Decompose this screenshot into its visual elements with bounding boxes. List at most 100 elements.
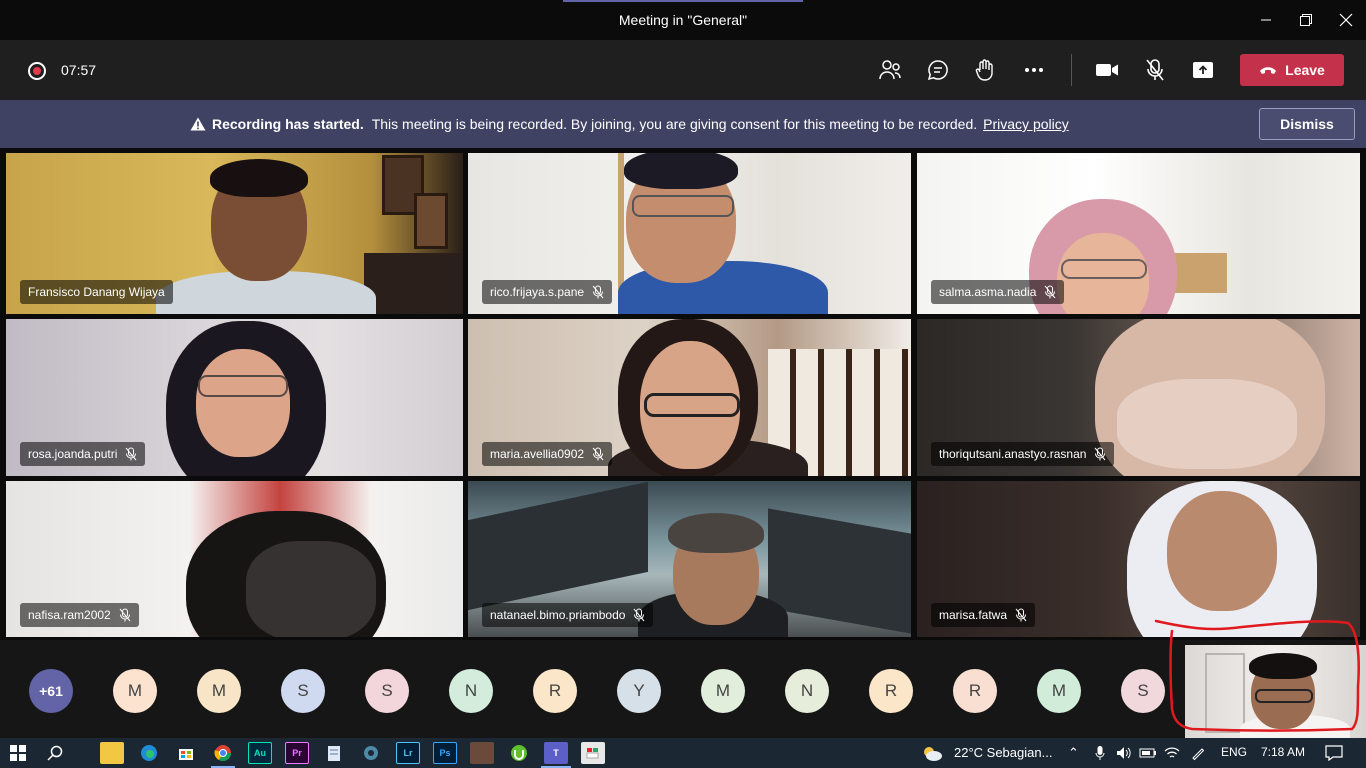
mic-muted-icon <box>1146 59 1164 81</box>
camera-toggle-button[interactable] <box>1091 54 1123 86</box>
more-participants-button[interactable]: +61 <box>29 669 73 713</box>
notes-app-icon[interactable] <box>322 742 346 764</box>
leave-label: Leave <box>1285 62 1325 78</box>
glasses <box>644 393 740 417</box>
participant-name-tag: marisa.fatwa <box>931 603 1036 627</box>
participant-name-tag: rico.frijaya.s.pane <box>482 280 613 304</box>
teams-icon[interactable]: T <box>544 742 568 764</box>
participant-avatar[interactable]: M <box>701 669 745 713</box>
participant-name: natanael.bimo.priambodo <box>490 608 626 622</box>
battery-icon[interactable] <box>1136 742 1160 764</box>
dismiss-button[interactable]: Dismiss <box>1259 108 1355 140</box>
wall-frame <box>414 193 448 249</box>
participant-name: thoriqutsani.anastyo.rasnan <box>939 447 1087 461</box>
reactions-button[interactable] <box>970 54 1002 86</box>
search-icon <box>47 745 63 761</box>
share-content-button[interactable] <box>1187 54 1219 86</box>
self-view-video[interactable] <box>1185 645 1366 738</box>
chat-icon <box>927 60 948 81</box>
file-explorer-icon[interactable] <box>100 742 124 764</box>
store-icon[interactable] <box>174 742 198 764</box>
video-tile[interactable]: maria.avellia0902 <box>468 319 911 476</box>
mic-toggle-button[interactable] <box>1139 54 1171 86</box>
action-center-button[interactable] <box>1322 742 1346 764</box>
participant-avatar[interactable]: N <box>449 669 493 713</box>
participants-icon <box>879 60 901 80</box>
mic-muted-icon <box>634 608 645 622</box>
participant-avatar[interactable]: S <box>281 669 325 713</box>
mic-muted-icon <box>592 447 604 461</box>
photoshop-icon[interactable]: Ps <box>433 742 457 764</box>
teams-meeting-window: Meeting in "General" 07:57 Leave Recordi… <box>0 0 1366 768</box>
volume-icon[interactable] <box>1112 742 1136 764</box>
start-button[interactable] <box>6 742 30 764</box>
show-participants-button[interactable] <box>874 54 906 86</box>
participant-name-tag: natanael.bimo.priambodo <box>482 603 654 627</box>
search-button[interactable] <box>43 742 67 764</box>
person-head <box>196 349 290 457</box>
mic-muted-icon <box>1095 447 1106 461</box>
participant-avatar[interactable]: R <box>533 669 577 713</box>
weather-text[interactable]: 22°C Sebagian... <box>954 745 1052 760</box>
pen-icon[interactable] <box>1186 742 1210 764</box>
leave-button[interactable]: Leave <box>1240 54 1344 86</box>
weather-icon[interactable] <box>920 742 944 764</box>
clock[interactable]: 7:18 AM <box>1261 745 1305 759</box>
video-tile[interactable]: nafisa.ram2002 <box>6 481 463 637</box>
video-tile[interactable]: rico.frijaya.s.pane <box>468 153 911 314</box>
camera-icon <box>1096 64 1118 76</box>
wifi-icon[interactable] <box>1160 742 1184 764</box>
participant-avatar[interactable]: N <box>785 669 829 713</box>
participant-avatar[interactable]: S <box>1121 669 1165 713</box>
chevron-up-icon[interactable]: ⌃ <box>1068 745 1079 761</box>
participant-name: Fransisco Danang Wijaya <box>28 285 165 299</box>
participant-name: salma.asma.nadia <box>939 285 1037 299</box>
glasses <box>1061 259 1147 279</box>
minimize-icon <box>1261 19 1271 21</box>
video-tile[interactable]: thoriqutsani.anastyo.rasnan <box>917 319 1360 476</box>
participant-avatar[interactable]: Y <box>617 669 661 713</box>
utorrent-icon[interactable] <box>507 742 531 764</box>
wall-panel <box>1205 653 1245 733</box>
title-bar: Meeting in "General" <box>0 0 1366 40</box>
show-conversation-button[interactable] <box>922 54 954 86</box>
share-tray-icon <box>1193 62 1213 78</box>
participant-avatar[interactable]: R <box>953 669 997 713</box>
mic-muted-icon <box>126 447 137 461</box>
media-app-icon[interactable] <box>359 742 383 764</box>
meeting-timer: 07:57 <box>61 62 97 78</box>
meeting-toolbar: 07:57 Leave <box>0 40 1366 100</box>
recording-indicator-icon <box>28 62 46 80</box>
winrar-icon[interactable] <box>470 742 494 764</box>
video-tile[interactable]: natanael.bimo.priambodo <box>468 481 911 637</box>
participant-avatar[interactable]: M <box>113 669 157 713</box>
video-tile[interactable]: marisa.fatwa <box>917 481 1360 637</box>
participant-name: rico.frijaya.s.pane <box>490 285 585 299</box>
participant-avatar[interactable]: M <box>1037 669 1081 713</box>
more-actions-button[interactable] <box>1018 54 1050 86</box>
edge-browser-icon[interactable] <box>137 742 161 764</box>
microphone-tray-icon[interactable] <box>1088 742 1112 764</box>
windows-logo-icon <box>10 745 26 761</box>
maximize-button[interactable] <box>1286 0 1326 40</box>
minimize-button[interactable] <box>1246 0 1286 40</box>
participant-name-tag: salma.asma.nadia <box>931 280 1065 304</box>
lightroom-icon[interactable]: Lr <box>396 742 420 764</box>
participant-avatar[interactable]: M <box>197 669 241 713</box>
premiere-icon[interactable]: Pr <box>285 742 309 764</box>
video-tile[interactable]: Fransisco Danang Wijaya <box>6 153 463 314</box>
close-window-button[interactable] <box>1326 0 1366 40</box>
audition-icon[interactable]: Au <box>248 742 272 764</box>
participant-avatar[interactable]: S <box>365 669 409 713</box>
privacy-policy-link[interactable]: Privacy policy <box>983 116 1069 132</box>
raise-hand-icon <box>975 59 993 81</box>
person-hand <box>1117 379 1297 469</box>
paint-app-icon[interactable] <box>581 742 605 764</box>
language-indicator[interactable]: ENG <box>1221 745 1247 759</box>
participant-avatar[interactable]: R <box>869 669 913 713</box>
window-title: Meeting in "General" <box>618 12 748 28</box>
video-tile[interactable]: salma.asma.nadia <box>917 153 1360 314</box>
video-tile[interactable]: rosa.joanda.putri <box>6 319 463 476</box>
chrome-icon[interactable] <box>211 742 235 764</box>
notification-icon <box>1325 745 1343 761</box>
